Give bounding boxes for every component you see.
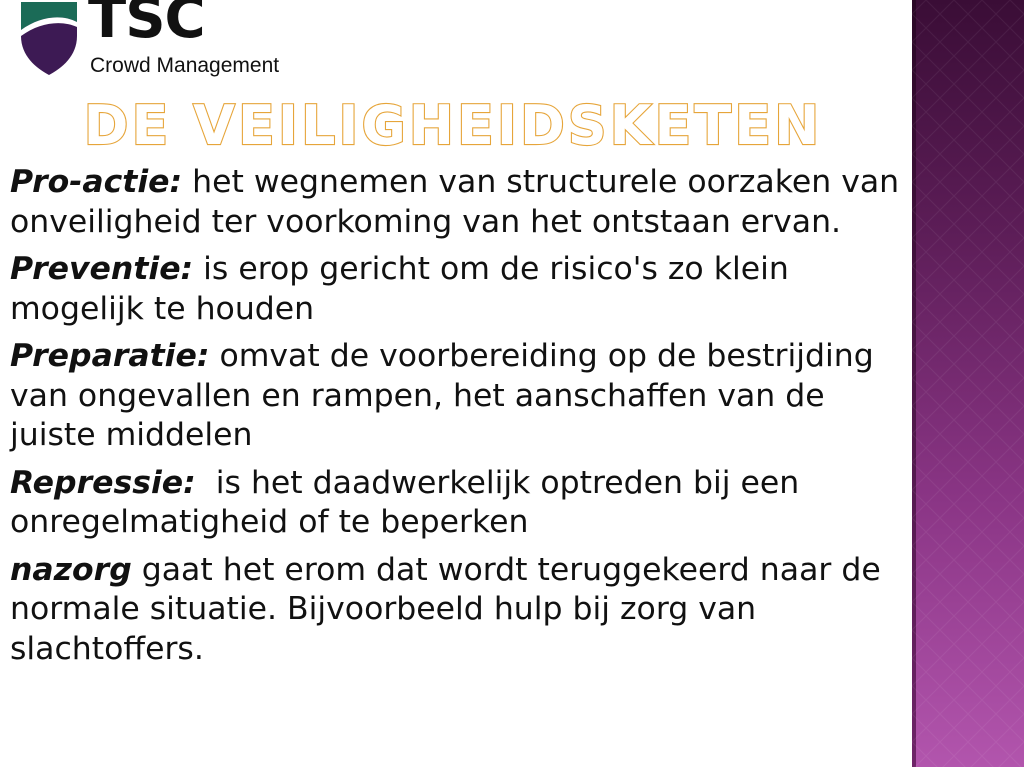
shield-logo-icon (21, 2, 77, 75)
paragraph-preventie: Preventie: is erop gericht om de risico'… (10, 250, 905, 329)
paragraph-preparatie: Preparatie: omvat de voorbereiding op de… (10, 337, 905, 456)
diamond-pattern-icon (912, 0, 1024, 767)
slide-title: DE VEILIGHEIDSKETEN (0, 92, 912, 158)
logo-subtitle: Crowd Management (90, 54, 280, 77)
paragraph-repressie: Repressie: is het daadwerkelijk optreden… (10, 464, 905, 543)
term-label: Repressie: (10, 464, 196, 501)
slide-title-text: DE VEILIGHEIDSKETEN (84, 94, 823, 157)
decorative-side-band (912, 0, 1024, 767)
term-label: nazorg (10, 551, 132, 588)
logo-name: TSC (88, 0, 206, 51)
body-content: Pro-actie: het wegnemen van structurele … (10, 163, 905, 677)
slide: TSC Crowd Management DE VEILIGHEIDSKETEN… (0, 0, 1024, 767)
paragraph-nazorg: nazorg gaat het erom dat wordt teruggeke… (10, 551, 905, 670)
term-label: Preparatie: (10, 338, 210, 374)
company-logo: TSC Crowd Management (18, 0, 308, 82)
term-description: gaat het erom dat wordt teruggekeerd naa… (10, 551, 881, 667)
paragraph-pro-actie: Pro-actie: het wegnemen van structurele … (10, 163, 905, 242)
term-label: Pro-actie: (10, 164, 183, 200)
term-label: Preventie: (10, 251, 194, 287)
